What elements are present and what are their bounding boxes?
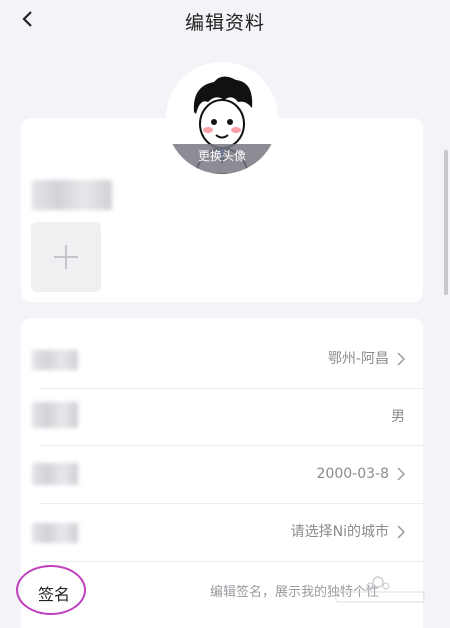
page-title: 编辑资料 [184,12,265,34]
add-photo-button[interactable] [31,222,101,292]
watermark-logo [335,576,425,603]
city-row[interactable]: 请选择Ni的城市 [21,503,423,561]
avatar[interactable]: 更换头像 [166,62,278,174]
birthday-value: 2000-03-8 [316,466,389,482]
location-value: 鄂州-阿昌 [327,351,389,367]
header: 编辑资料 [0,0,450,40]
row-label-blurred [32,402,78,428]
row-label-blurred [32,350,78,370]
nickname-blurred [32,180,112,210]
change-avatar-label[interactable]: 更换头像 [166,144,278,174]
row-label-blurred [32,523,78,543]
chevron-right-icon [397,467,405,481]
location-row[interactable]: 鄂州-阿昌 [21,330,423,388]
gender-value: 男 [391,409,405,425]
gender-row[interactable]: 男 [21,388,423,446]
chevron-right-icon [397,352,405,366]
city-value: 请选择Ni的城市 [290,524,389,540]
plus-icon [54,245,78,269]
scrollbar[interactable] [444,150,448,295]
birthday-row[interactable]: 2000-03-8 [21,445,423,503]
chevron-right-icon [397,525,405,539]
divider [40,561,423,562]
row-label-blurred [32,463,78,485]
highlight-circle [16,565,86,615]
